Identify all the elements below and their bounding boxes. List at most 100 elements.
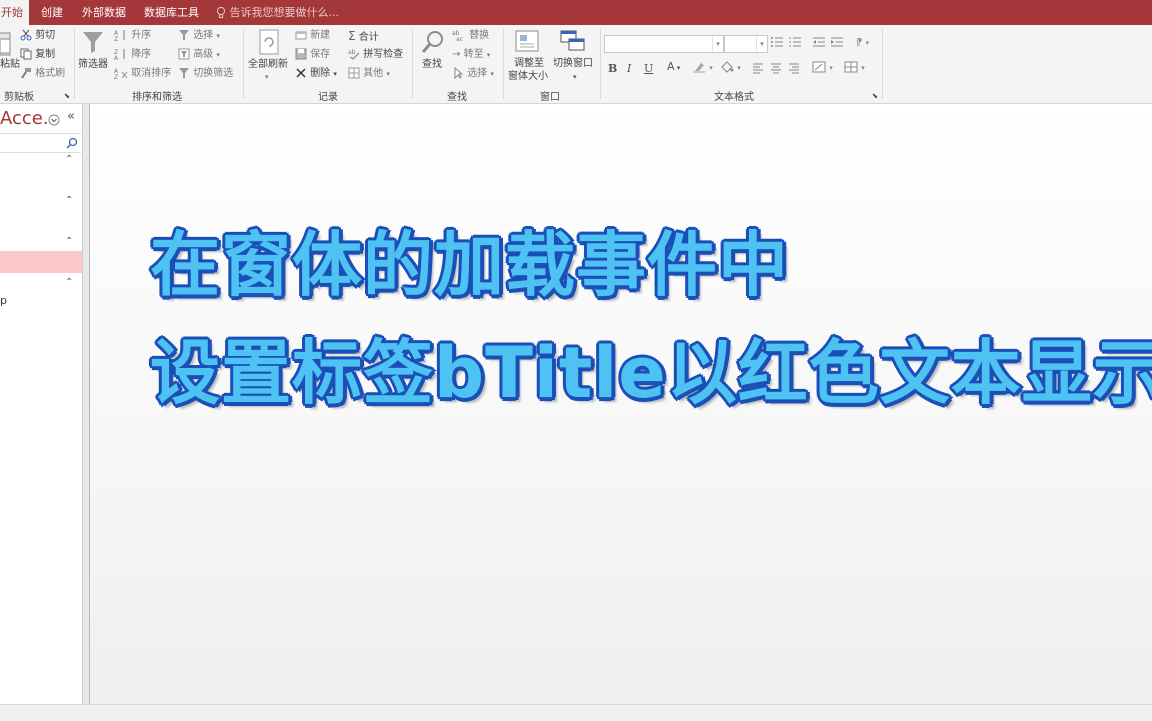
font-name-combo[interactable]: ▾	[604, 35, 724, 53]
tab-database-tools[interactable]: 数据库工具	[144, 0, 199, 25]
sort-descending-button[interactable]: ZA 降序	[114, 48, 151, 62]
search-icon[interactable]	[65, 137, 78, 150]
font-size-combo[interactable]: ▾	[724, 35, 768, 53]
tab-create[interactable]: 创建	[41, 0, 63, 25]
alternate-row-color-button[interactable]: ▾	[812, 61, 833, 75]
shutter-bar-collapse-icon[interactable]: «	[67, 109, 75, 124]
delete-record-button[interactable]: 删除 ▾	[295, 67, 337, 81]
size-to-fit-button[interactable]	[514, 29, 540, 53]
numbering-button[interactable]	[788, 36, 802, 50]
spelling-label: 拼写检查	[363, 49, 404, 60]
group-separator	[74, 29, 75, 99]
chevron-down-icon[interactable]: ▾	[265, 70, 269, 84]
sort-ascending-button[interactable]: AZ 升序	[114, 29, 151, 43]
collapse-group-icon[interactable]: ⌃	[65, 195, 73, 206]
refresh-all-button[interactable]	[258, 29, 280, 55]
paste-button[interactable]	[0, 31, 12, 57]
selection-filter-icon	[179, 30, 189, 40]
size-to-fit-icon	[515, 30, 539, 52]
clipboard-launcher-icon[interactable]: ⬊	[64, 92, 70, 100]
sort-descending-label: 降序	[131, 49, 152, 60]
nav-item-selected[interactable]	[0, 251, 82, 273]
find-label: 查找	[422, 59, 442, 70]
goto-button[interactable]: → 转至 ▾	[452, 48, 490, 62]
underline-button[interactable]: U	[644, 62, 653, 75]
copy-button[interactable]: 复制	[20, 48, 55, 62]
format-painter-button[interactable]: 格式刷	[20, 67, 65, 81]
size-to-fit-label-line2: 窗体大小	[508, 71, 548, 82]
tell-me-box[interactable]: 告诉我您想要做什么...	[216, 0, 339, 25]
spelling-check-icon: ab	[348, 49, 360, 60]
decrease-indent-button[interactable]	[812, 36, 826, 50]
text-format-launcher-icon[interactable]: ⬊	[872, 92, 878, 100]
navigation-search-box[interactable]	[0, 133, 81, 153]
highlight-button[interactable]: ▾	[692, 61, 713, 75]
increase-indent-button[interactable]	[830, 36, 844, 50]
tab-home[interactable]: 开始	[0, 0, 29, 25]
save-icon	[295, 48, 307, 60]
save-record-label: 保存	[310, 49, 331, 60]
select-button[interactable]: 选择 ▾	[452, 67, 494, 81]
format-painter-label: 格式刷	[35, 68, 66, 79]
bullets-button[interactable]	[770, 36, 784, 50]
copy-label: 复制	[35, 49, 56, 60]
chevron-down-icon: ▾	[216, 51, 220, 59]
svg-text:Z: Z	[114, 36, 118, 41]
align-center-button[interactable]	[770, 62, 782, 76]
totals-button[interactable]: Σ 合计	[348, 29, 379, 45]
pane-splitter[interactable]	[83, 104, 90, 704]
filter-button[interactable]	[80, 29, 106, 55]
replace-label: 替换	[469, 30, 490, 41]
replace-button[interactable]: ab ac 替换	[452, 29, 489, 43]
align-left-icon	[753, 63, 763, 74]
new-record-button[interactable]: 新建	[295, 29, 330, 43]
chevron-down-icon[interactable]: ▾	[712, 36, 723, 52]
sort-ascending-icon: AZ	[114, 30, 125, 41]
grid-icon	[348, 67, 360, 79]
font-color-button[interactable]: A ▾	[667, 60, 680, 73]
gridlines-button[interactable]: ▾	[844, 61, 865, 75]
bold-button[interactable]: B	[608, 62, 617, 75]
advanced-filter-icon	[178, 48, 190, 60]
replace-icon: abac	[452, 30, 463, 41]
advanced-filter-label: 高级	[193, 49, 214, 60]
more-records-label: 其他	[363, 68, 384, 79]
text-direction-icon: ⁋	[856, 37, 863, 48]
new-record-icon	[295, 31, 307, 40]
delete-record-label: 删除	[310, 68, 331, 79]
ribbon-tab-bar: 开始 创建 外部数据 数据库工具 告诉我您想要做什么...	[0, 0, 1152, 25]
collapse-group-icon[interactable]: ⌃	[65, 154, 73, 165]
lightbulb-icon	[216, 6, 226, 18]
remove-sort-button[interactable]: AZ 取消排序	[114, 67, 171, 81]
spelling-button[interactable]: ab 拼写检查	[348, 48, 403, 62]
align-right-button[interactable]	[788, 62, 800, 76]
chevron-down-icon[interactable]: ▾	[573, 70, 577, 84]
group-label-clipboard: 剪贴板	[4, 92, 34, 103]
chevron-down-icon: ▾	[386, 70, 390, 78]
paragraph-direction-button[interactable]: ⁋ ▾	[856, 36, 869, 50]
switch-windows-icon	[560, 30, 585, 51]
save-record-button[interactable]: 保存	[295, 48, 330, 62]
italic-button[interactable]: I	[627, 62, 631, 75]
advanced-filter-button[interactable]: 高级 ▾	[178, 48, 220, 62]
paste-icon	[0, 32, 11, 56]
fill-color-button[interactable]: ▾	[720, 61, 741, 75]
cut-button[interactable]: 剪切	[20, 29, 55, 43]
collapse-group-icon[interactable]: ⌃	[65, 277, 73, 288]
tell-me-text: 告诉我您想要做什么...	[229, 6, 340, 19]
group-label-text-formatting: 文本格式	[714, 92, 754, 103]
selection-filter-button[interactable]: 选择 ▾	[178, 29, 220, 43]
toggle-filter-button[interactable]: 切换筛选	[178, 67, 233, 81]
nav-menu-dropdown-icon[interactable]	[48, 111, 60, 130]
collapse-group-icon[interactable]: ⌃	[65, 236, 73, 247]
arrow-right-icon: →	[452, 49, 461, 60]
align-left-button[interactable]	[752, 62, 764, 76]
nav-item[interactable]: p	[0, 294, 7, 307]
more-records-button[interactable]: 其他 ▾	[348, 67, 390, 81]
tab-external-data[interactable]: 外部数据	[82, 0, 126, 25]
chevron-down-icon[interactable]: ▾	[756, 36, 767, 52]
switch-windows-button[interactable]	[560, 29, 586, 53]
find-button[interactable]	[420, 29, 446, 55]
navigation-pane: Acce... « ⌃ ⌃ ⌃ ⌃ p	[0, 104, 83, 704]
chevron-down-icon: ▾	[490, 70, 494, 78]
